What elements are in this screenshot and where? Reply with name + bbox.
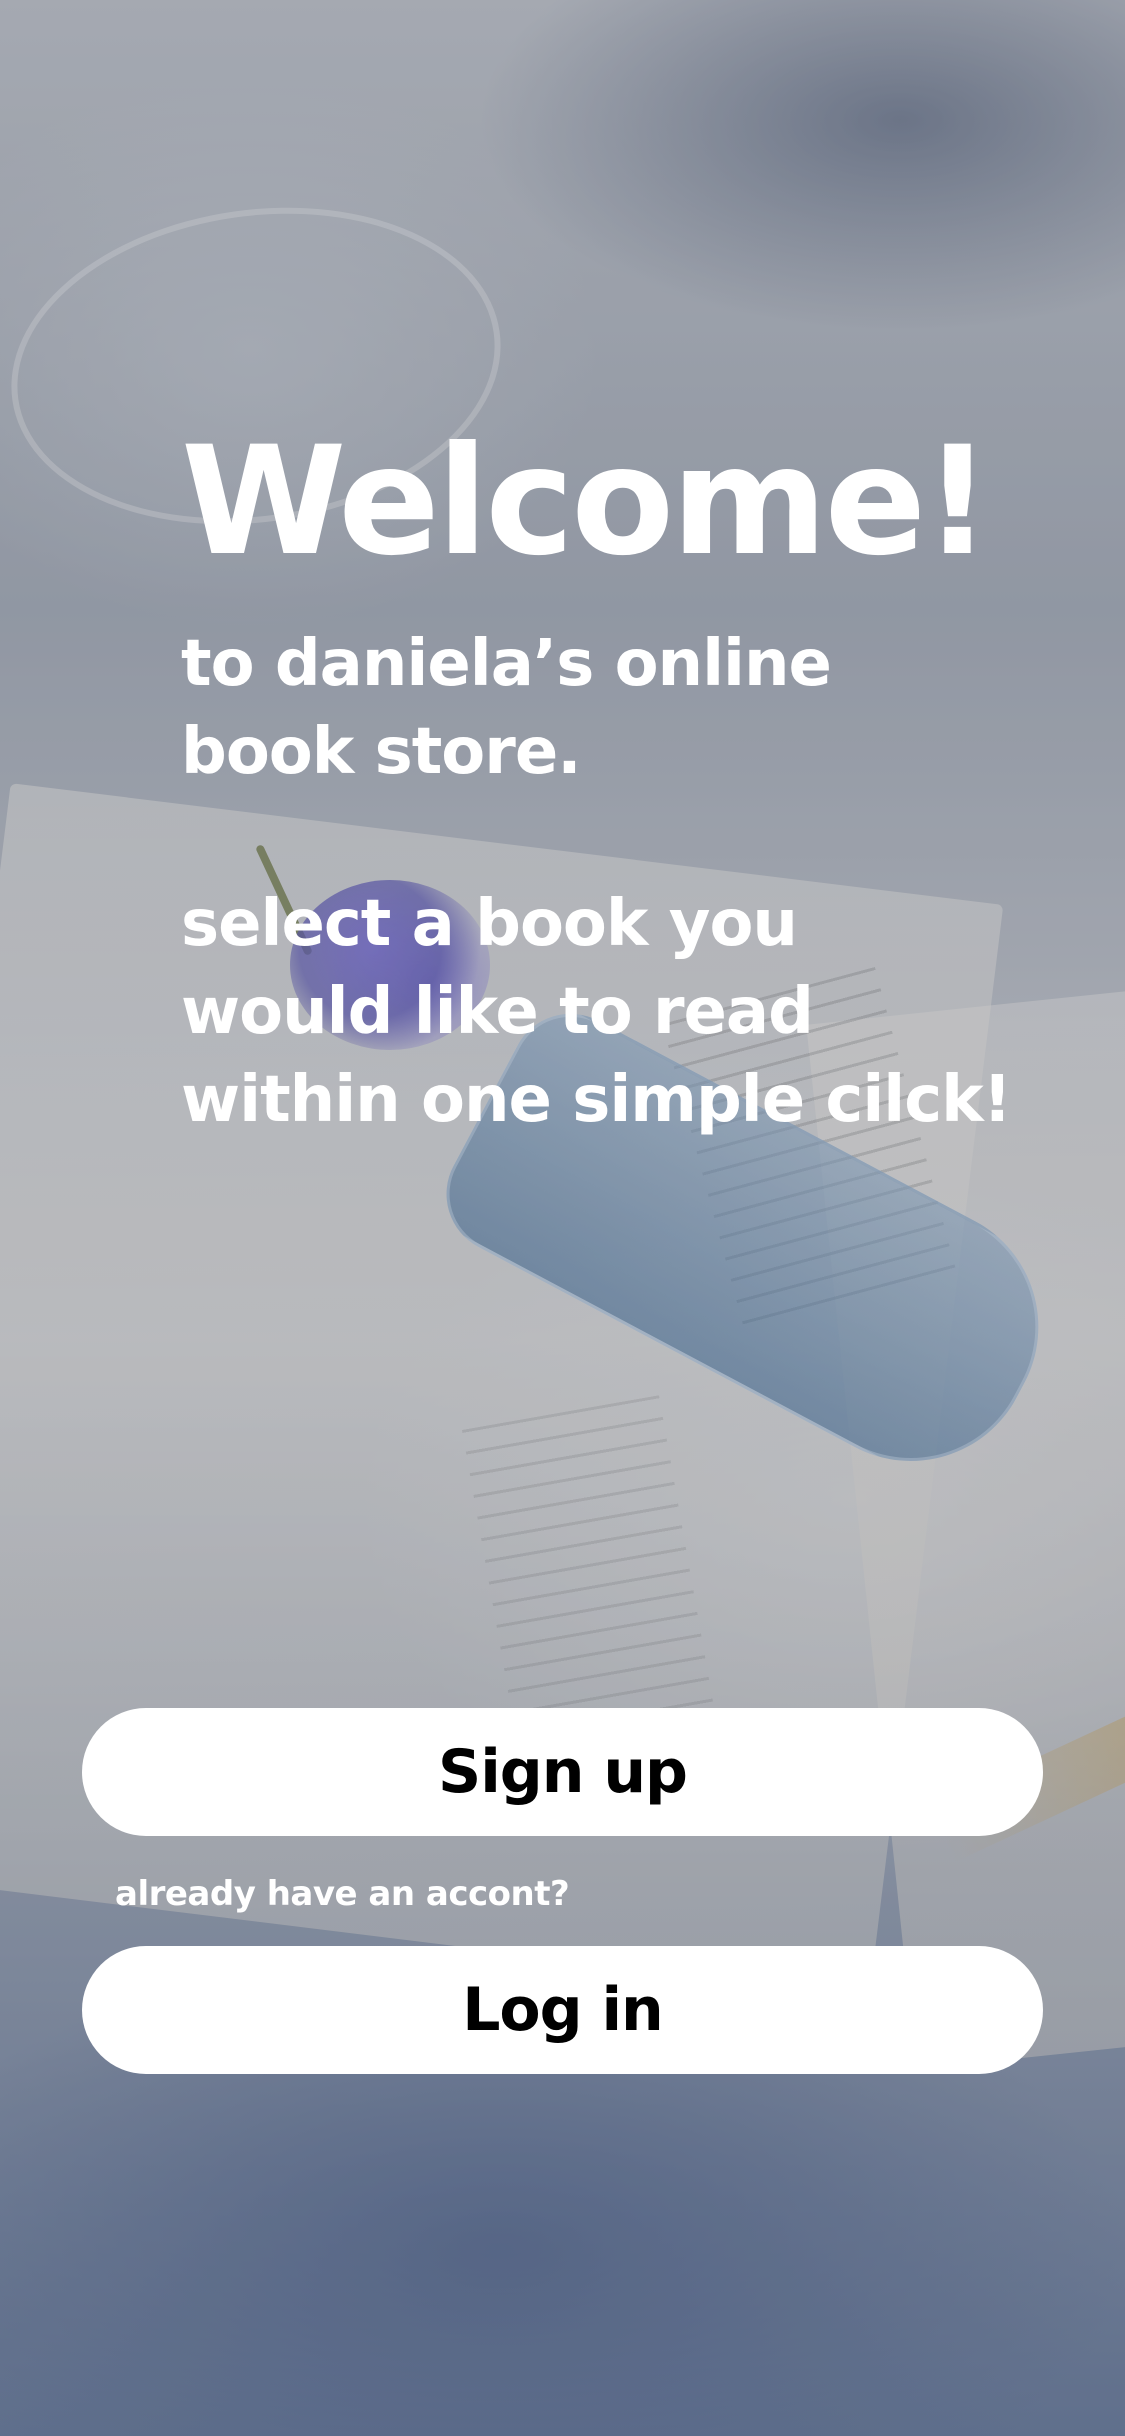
welcome-title: Welcome!	[181, 415, 992, 589]
welcome-screen: Welcome! to daniela’s online book store.…	[0, 0, 1125, 2436]
welcome-tagline: select a book you would like to read wit…	[181, 887, 1012, 1137]
sign-up-button[interactable]: Sign up	[82, 1708, 1043, 1836]
log-in-button[interactable]: Log in	[82, 1946, 1043, 2074]
login-prompt: already have an accont?	[115, 1874, 570, 1914]
welcome-subtitle: to daniela’s online book store.	[181, 627, 832, 789]
